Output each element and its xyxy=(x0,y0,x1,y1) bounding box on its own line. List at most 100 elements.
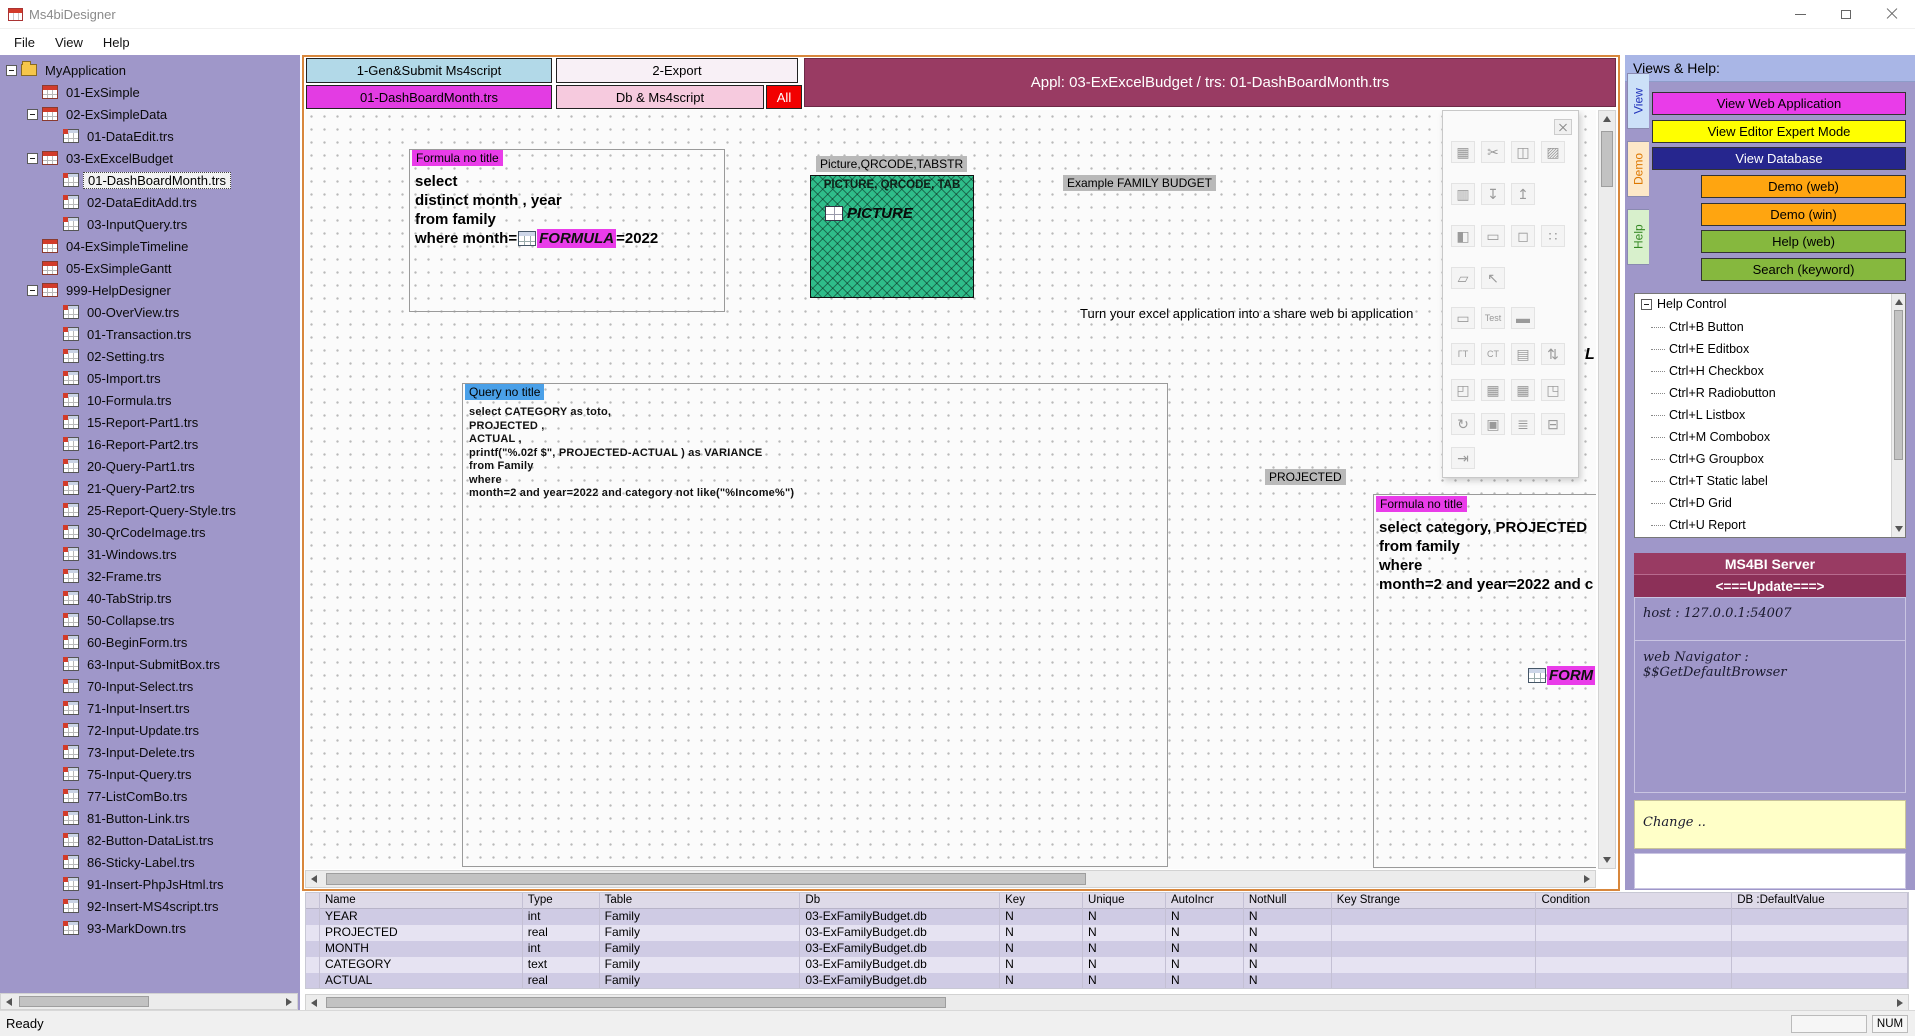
query-label[interactable]: Query no title xyxy=(465,384,544,400)
help-item-ctrl-l-listbox[interactable]: Ctrl+L Listbox xyxy=(1635,404,1891,426)
help-web-button[interactable]: Help (web) xyxy=(1701,230,1906,253)
tab-dashboardmonth[interactable]: 01-DashBoardMonth.trs xyxy=(306,85,552,109)
menu-view[interactable]: View xyxy=(45,32,93,53)
help-item-ctrl-m-combobox[interactable]: Ctrl+M Combobox xyxy=(1635,426,1891,448)
close-button[interactable] xyxy=(1869,0,1915,29)
tree-expander-icon[interactable] xyxy=(27,109,38,120)
formula-1-text[interactable]: select distinct month , year from family xyxy=(415,172,562,229)
tree-item-70-input-select-trs[interactable]: 70-Input-Select.trs xyxy=(0,675,300,697)
tree-item-01-dataedit-trs[interactable]: 01-DataEdit.trs xyxy=(0,125,300,147)
static-label-tool-icon[interactable]: Test xyxy=(1481,307,1505,329)
sidebar-horizontal-scrollbar[interactable] xyxy=(0,993,298,1010)
loop-tool-icon[interactable]: ↻ xyxy=(1451,413,1475,435)
label-fragment[interactable]: L xyxy=(1585,346,1595,364)
vtab-view[interactable]: View xyxy=(1627,73,1649,129)
formula-2-text[interactable]: select category, PROJECTED from family w… xyxy=(1379,518,1596,594)
report-tool-icon[interactable]: ≣ xyxy=(1511,413,1535,435)
tree-item-01-exsimple[interactable]: 01-ExSimple xyxy=(0,81,300,103)
tree-item-01-dashboardmonth-trs[interactable]: 01-DashBoardMonth.trs xyxy=(0,169,300,191)
save-tool-icon[interactable]: ▦ xyxy=(1451,141,1475,163)
tree-item-92-insert-ms4script-trs[interactable]: 92-Insert-MS4script.trs xyxy=(0,895,300,917)
column-header-condition[interactable]: Condition xyxy=(1536,893,1732,909)
split-frame-tool-icon[interactable]: ◧ xyxy=(1451,225,1475,247)
paste-tool-icon[interactable]: ▨ xyxy=(1541,141,1565,163)
server-update-button[interactable]: <===Update===> xyxy=(1634,574,1906,597)
collapse-icon[interactable] xyxy=(1641,299,1652,310)
tree-item-71-input-insert-trs[interactable]: 71-Input-Insert.trs xyxy=(0,697,300,719)
search-keyword-button[interactable]: Search (keyword) xyxy=(1701,258,1906,281)
tree-item-04-exsimpletimeline[interactable]: 04-ExSimpleTimeline xyxy=(0,235,300,257)
column-header-name[interactable]: Name xyxy=(320,893,523,909)
tree-item-60-beginform-trs[interactable]: 60-BeginForm.trs xyxy=(0,631,300,653)
pin-horizontal-tool-icon[interactable]: ↥ xyxy=(1511,183,1535,205)
vtab-demo[interactable]: Demo xyxy=(1627,141,1649,197)
tree-item-72-input-update-trs[interactable]: 72-Input-Update.trs xyxy=(0,719,300,741)
table-row[interactable]: MONTHintFamily03-ExFamilyBudget.dbNNNN xyxy=(306,941,1908,957)
tab-db-ms4script[interactable]: Db & Ms4script xyxy=(556,85,764,109)
tab-all[interactable]: All xyxy=(766,85,802,109)
editbox-tool-icon[interactable]: ▭ xyxy=(1451,307,1475,329)
pin-vertical-tool-icon[interactable]: ↧ xyxy=(1481,183,1505,205)
spinner-tool-icon[interactable]: ⇅ xyxy=(1541,343,1565,365)
help-scroll-thumb[interactable] xyxy=(1894,310,1903,460)
canvas-vscroll-thumb[interactable] xyxy=(1601,131,1613,187)
frame-tool-icon[interactable]: ◳ xyxy=(1541,379,1565,401)
column-header-db-defaultvalue[interactable]: DB :DefaultValue xyxy=(1732,893,1908,909)
view-editor-expert-mode-button[interactable]: View Editor Expert Mode xyxy=(1652,120,1906,143)
table-tool-icon[interactable]: ▦ xyxy=(1481,379,1505,401)
demo-web-button[interactable]: Demo (web) xyxy=(1701,175,1906,198)
print-tool-icon[interactable]: ▥ xyxy=(1451,183,1475,205)
tree-item-16-report-part2-trs[interactable]: 16-Report-Part2.trs xyxy=(0,433,300,455)
form-fragment[interactable]: FORM xyxy=(1527,666,1595,685)
tree-item-05-import-trs[interactable]: 05-Import.trs xyxy=(0,367,300,389)
tree-item-999-helpdesigner[interactable]: 999-HelpDesigner xyxy=(0,279,300,301)
tree-expander-icon[interactable] xyxy=(6,65,17,76)
tree-item-73-input-delete-trs[interactable]: 73-Input-Delete.trs xyxy=(0,741,300,763)
tree-item-05-exsimplegantt[interactable]: 05-ExSimpleGantt xyxy=(0,257,300,279)
tree-item-31-windows-trs[interactable]: 31-Windows.trs xyxy=(0,543,300,565)
help-control-scrollbar[interactable] xyxy=(1891,294,1905,537)
help-item-ctrl-d-grid[interactable]: Ctrl+D Grid xyxy=(1635,492,1891,514)
tagline-text[interactable]: Turn your excel application into a share… xyxy=(1080,306,1413,321)
help-item-ctrl-g-groupbox[interactable]: Ctrl+G Groupbox xyxy=(1635,448,1891,470)
column-header-table[interactable]: Table xyxy=(600,893,801,909)
tree-item-50-collapse-trs[interactable]: 50-Collapse.trs xyxy=(0,609,300,631)
canvas-vertical-scrollbar[interactable] xyxy=(1598,110,1616,869)
tree-item-86-sticky-label-trs[interactable]: 86-Sticky-Label.trs xyxy=(0,851,300,873)
help-item-ctrl-u-report[interactable]: Ctrl+U Report xyxy=(1635,514,1891,536)
tree-item-10-formula-trs[interactable]: 10-Formula.trs xyxy=(0,389,300,411)
tree-item-02-dataeditadd-trs[interactable]: 02-DataEditAdd.trs xyxy=(0,191,300,213)
picture-element[interactable]: PICTURE, QRCODE, TAB PICTURE xyxy=(810,175,974,298)
view-web-application-button[interactable]: View Web Application xyxy=(1652,92,1906,115)
menu-help[interactable]: Help xyxy=(93,32,140,53)
dot-grid-tool-icon[interactable]: ∷ xyxy=(1541,225,1565,247)
column-header-type[interactable]: Type xyxy=(523,893,600,909)
sidebar-scroll-thumb[interactable] xyxy=(19,996,149,1007)
menu-file[interactable]: File xyxy=(4,32,45,53)
tree-item-01-transaction-trs[interactable]: 01-Transaction.trs xyxy=(0,323,300,345)
checkbox-group-tool-icon[interactable]: CT xyxy=(1481,343,1505,365)
database-tool-icon[interactable]: ⊟ xyxy=(1541,413,1565,435)
tool-palette[interactable]: ▦✂◫▨▥↧↥◧▭◻∷▱↖▭Test▬ΓTCT▤⇅◰▦▦◳↻▣≣⊟⇥ xyxy=(1442,110,1579,478)
dashed-rectangle-tool-icon[interactable]: ◻ xyxy=(1511,225,1535,247)
table-hscroll-thumb[interactable] xyxy=(326,997,946,1008)
tree-item-03-inputquery-trs[interactable]: 03-InputQuery.trs xyxy=(0,213,300,235)
clipboard-tool-icon[interactable]: ▱ xyxy=(1451,267,1475,289)
tree-item-75-input-query-trs[interactable]: 75-Input-Query.trs xyxy=(0,763,300,785)
image-tool-icon[interactable]: ▣ xyxy=(1481,413,1505,435)
tree-item-30-qrcodeimage-trs[interactable]: 30-QrCodeImage.trs xyxy=(0,521,300,543)
query-sql-text[interactable]: select CATEGORY as toto, PROJECTED , ACT… xyxy=(469,406,799,501)
help-item-ctrl-t-static-label[interactable]: Ctrl+T Static label xyxy=(1635,470,1891,492)
column-header-gutter[interactable] xyxy=(306,893,320,909)
cut-tool-icon[interactable]: ✂ xyxy=(1481,141,1505,163)
tree-item-21-query-part2-trs[interactable]: 21-Query-Part2.trs xyxy=(0,477,300,499)
tree-item-93-markdown-trs[interactable]: 93-MarkDown.trs xyxy=(0,917,300,939)
tree-expander-icon[interactable] xyxy=(27,153,38,164)
grid-tool-icon[interactable]: ▦ xyxy=(1511,379,1535,401)
column-header-key[interactable]: Key xyxy=(1000,893,1083,909)
column-header-notnull[interactable]: NotNull xyxy=(1244,893,1332,909)
view-database-button[interactable]: View Database xyxy=(1652,147,1906,170)
maximize-button[interactable] xyxy=(1823,0,1869,29)
tree-item-15-report-part1-trs[interactable]: 15-Report-Part1.trs xyxy=(0,411,300,433)
exit-tool-icon[interactable]: ⇥ xyxy=(1451,447,1475,469)
